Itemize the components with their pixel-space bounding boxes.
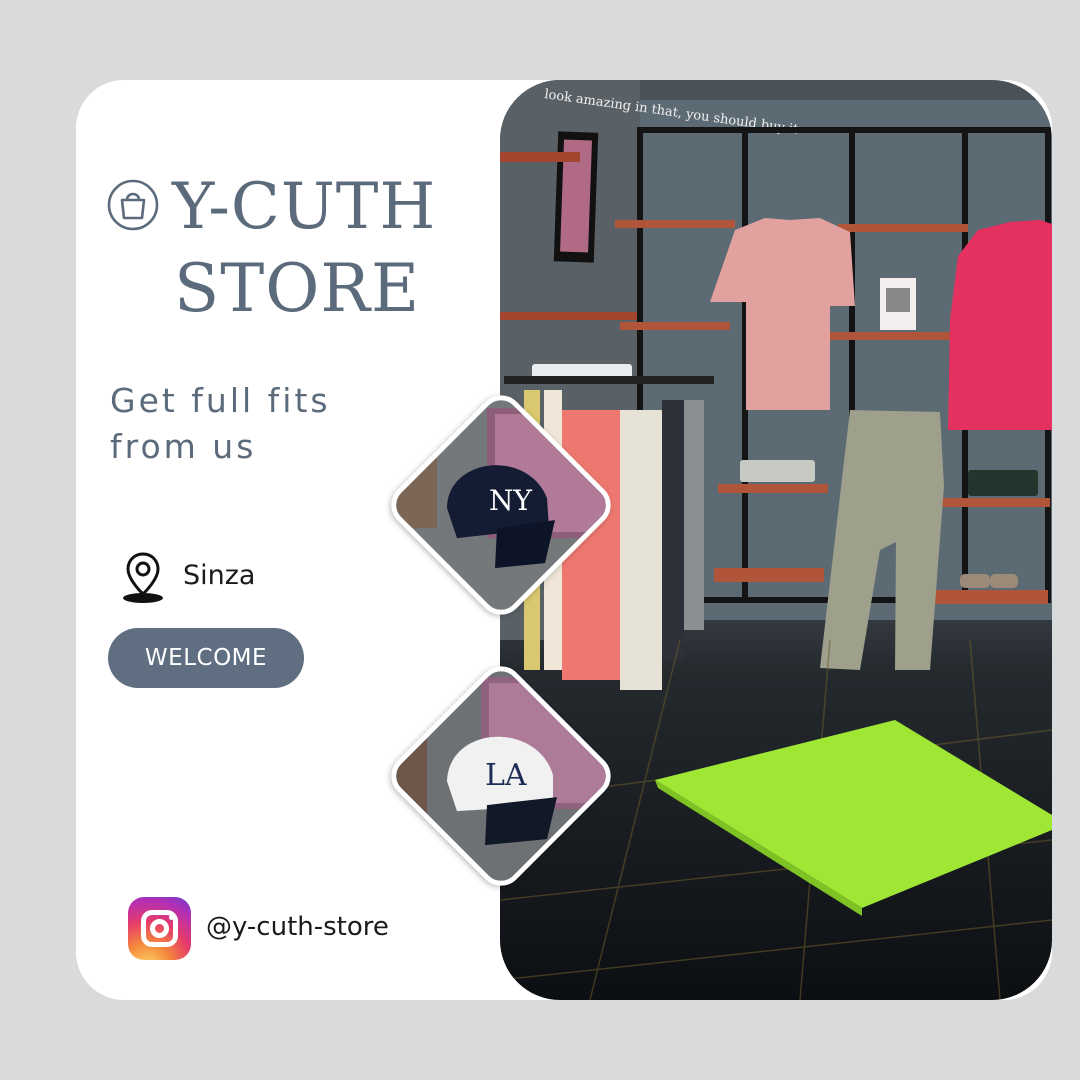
- welcome-button[interactable]: WELCOME: [108, 628, 304, 688]
- map-pin-icon: [123, 552, 163, 603]
- ny-logo: NY: [489, 484, 533, 517]
- location-label: Sinza: [183, 560, 256, 591]
- tagline: Get full fits from us: [110, 381, 331, 466]
- store-title-line-2: STORE: [174, 250, 421, 327]
- store-title-line-1: Y-CUTH: [172, 170, 437, 244]
- instagram-icon[interactable]: [128, 897, 191, 960]
- instagram-handle-link[interactable]: @y-cuth-store: [206, 912, 389, 942]
- la-logo: LA: [485, 758, 527, 793]
- shopping-bag-icon: [107, 179, 159, 231]
